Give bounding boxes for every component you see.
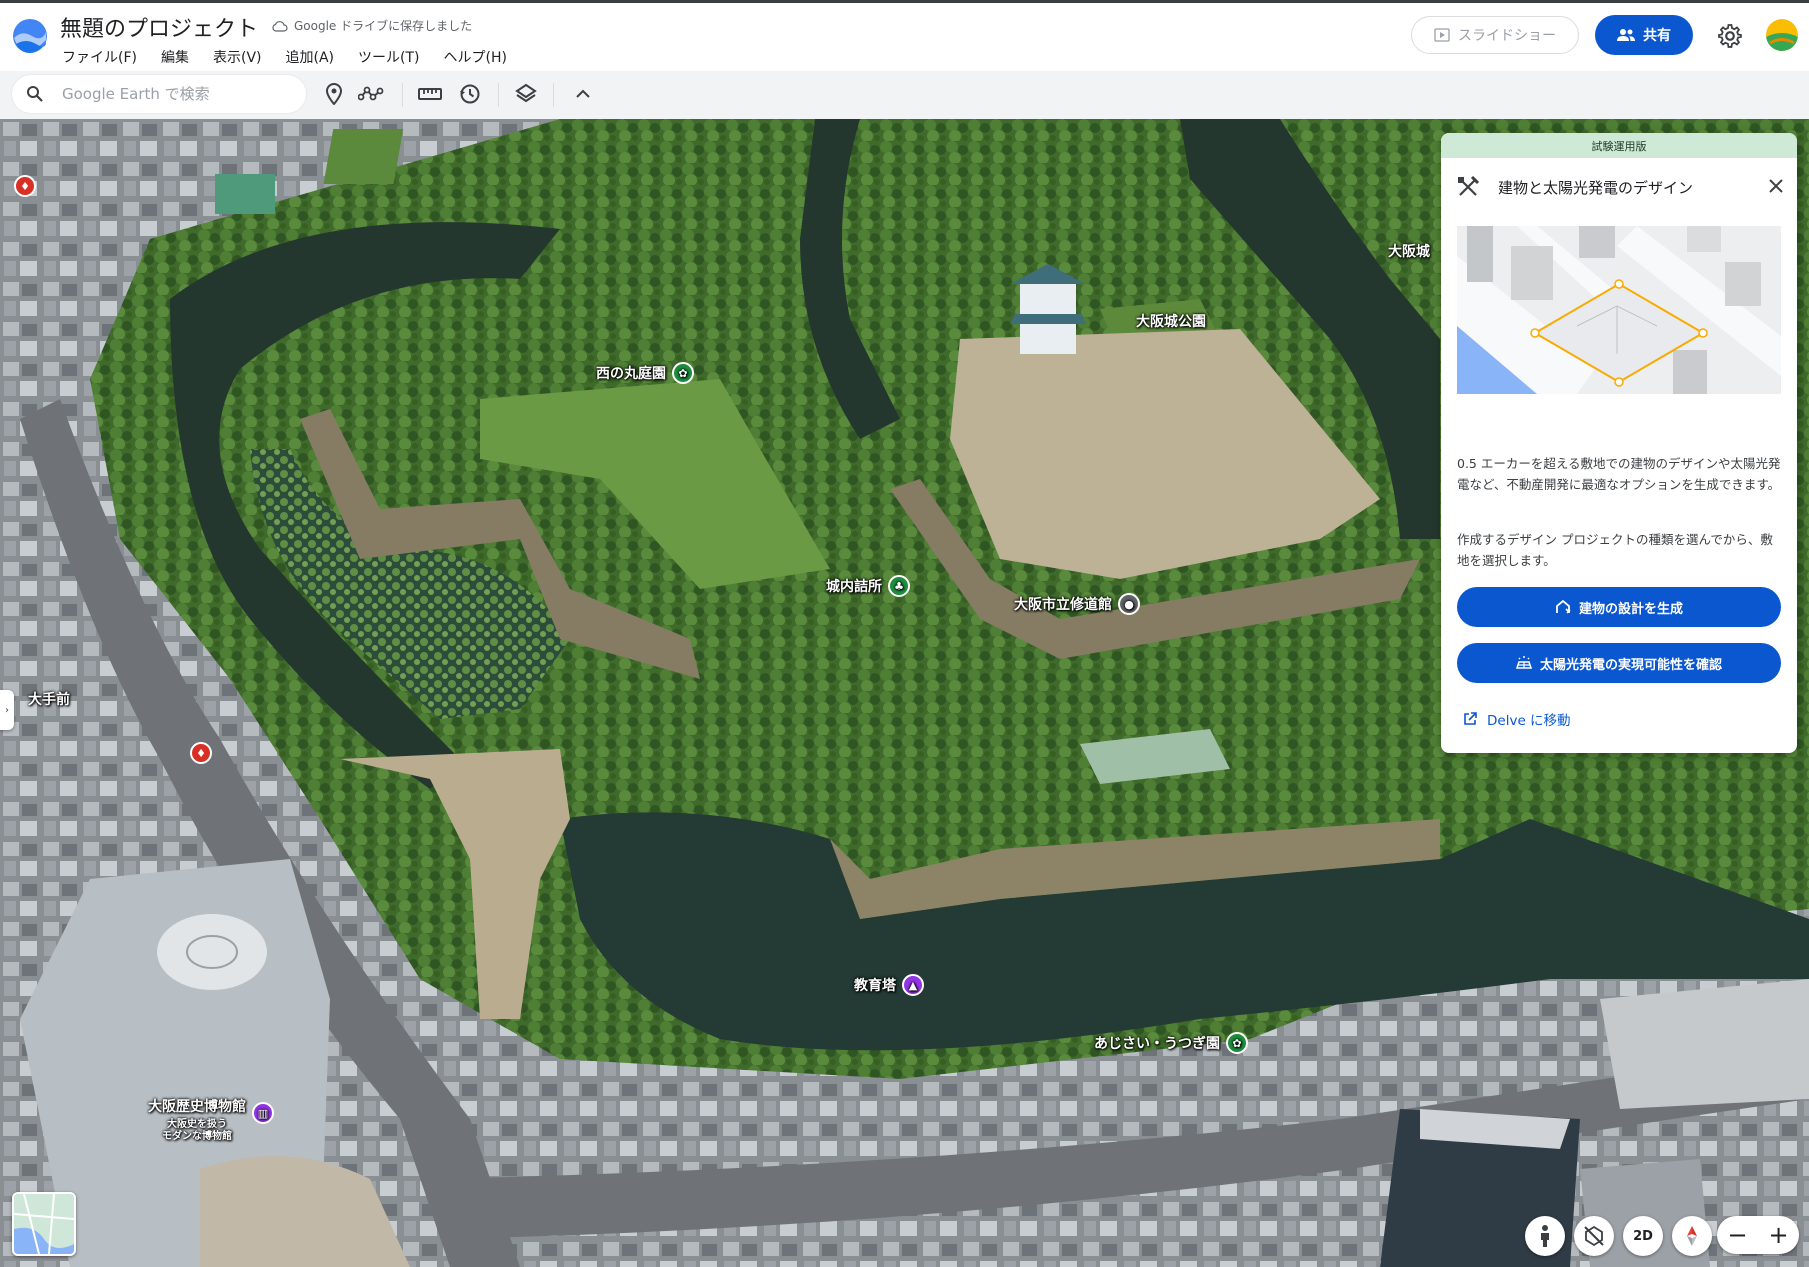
generate-building-button[interactable]: 建物の設計を生成 — [1457, 587, 1781, 627]
panel-description: 0.5 エーカーを超える敷地での建物のデザインや太陽光発電など、不動産開発に最適… — [1457, 456, 1781, 492]
experimental-badge: 試験運用版 — [1441, 133, 1797, 158]
draw-path-icon[interactable] — [358, 81, 384, 107]
saved-status: Google ドライブに保存しました — [272, 17, 472, 34]
collapse-toolbar-icon[interactable] — [570, 81, 596, 107]
panel-title: 建物と太陽光発電のデザイン — [1498, 179, 1694, 197]
user-avatar[interactable] — [1766, 19, 1798, 51]
solar-feasibility-button[interactable]: 太陽光発電の実現可能性を確認 — [1457, 643, 1781, 683]
menu-tools[interactable]: ツール(T) — [358, 47, 419, 67]
search-box[interactable] — [12, 75, 306, 113]
site-illustration — [1457, 226, 1781, 394]
solar-feasibility-label: 太陽光発電の実現可能性を確認 — [1539, 657, 1722, 673]
map-label-jonai[interactable]: 城内詰所 ♣ — [826, 575, 910, 597]
menu-edit[interactable]: 編集 — [161, 47, 189, 67]
add-placemark-icon[interactable] — [321, 81, 347, 107]
park-pin-icon: ✿ — [1226, 1032, 1248, 1054]
museum-pin-icon: ▥ — [252, 1102, 274, 1124]
toolbar-divider — [553, 83, 554, 107]
toolbar-divider — [402, 83, 403, 107]
delve-link-label: Delve に移動 — [1487, 713, 1571, 729]
zoom-out-button[interactable]: − — [1727, 1221, 1747, 1249]
share-label: 共有 — [1643, 28, 1671, 44]
toolbar — [0, 71, 1809, 119]
panel-header: 建物と太陽光発電のデザイン — [1441, 158, 1797, 216]
map-label-osakajo-edge[interactable]: 大阪城 — [1388, 241, 1430, 261]
people-icon — [1617, 29, 1635, 41]
shield-pin-icon[interactable]: ♦ — [14, 175, 36, 197]
google-earth-logo-icon[interactable] — [12, 18, 48, 54]
open-in-new-icon — [1464, 712, 1477, 725]
menu-file[interactable]: ファイル(F) — [62, 47, 137, 67]
park-pin-icon: ✿ — [672, 362, 694, 384]
mini-map[interactable] — [12, 1192, 76, 1256]
close-icon[interactable] — [1765, 175, 1787, 197]
toggle-3d-off-icon[interactable] — [1574, 1216, 1614, 1256]
map-label-kyouikutou[interactable]: 教育塔 ▲ — [854, 974, 924, 996]
layers-icon[interactable] — [513, 81, 539, 107]
project-title[interactable]: 無題のプロジェクト — [60, 11, 258, 43]
menu-help[interactable]: ヘルプ(H) — [444, 47, 507, 67]
design-panel: 試験運用版 建物と太陽光発電のデザイン 0.5 エーカーを超える敷地での建物のデ… — [1441, 133, 1797, 753]
monument-pin-icon: ▲ — [902, 974, 924, 996]
slideshow-icon — [1434, 28, 1450, 42]
search-icon — [27, 86, 43, 102]
street-view-pegman-icon[interactable] — [1525, 1216, 1565, 1256]
share-button[interactable]: 共有 — [1595, 15, 1693, 55]
place-pin-icon: ● — [1118, 593, 1140, 615]
delve-link[interactable]: Delve に移動 — [1463, 709, 1571, 729]
menu-bar: ファイル(F) 編集 表示(V) 追加(A) ツール(T) ヘルプ(H) — [62, 47, 531, 67]
toolbar-divider — [498, 83, 499, 107]
zoom-control: − + — [1717, 1216, 1799, 1254]
menu-view[interactable]: 表示(V) — [213, 47, 262, 67]
panel-instruction: 作成するデザイン プロジェクトの種類を選んでから、敷地を選択します。 — [1457, 532, 1773, 568]
shield-pin-icon[interactable]: ♦ — [190, 742, 212, 764]
menu-add[interactable]: 追加(A) — [286, 47, 335, 67]
map-label-otemae[interactable]: 大手前 — [28, 689, 70, 709]
cloud-done-icon — [272, 20, 288, 32]
building-design-icon — [1556, 599, 1571, 614]
view-2d-button[interactable]: 2D — [1623, 1216, 1663, 1256]
generate-building-label: 建物の設計を生成 — [1578, 601, 1683, 617]
tree-pin-icon: ♣ — [888, 575, 910, 597]
zoom-in-button[interactable]: + — [1768, 1221, 1788, 1249]
slideshow-label: スライドショー — [1458, 28, 1556, 44]
search-input[interactable] — [60, 84, 294, 104]
history-icon[interactable] — [457, 81, 483, 107]
map-label-nishinomaru[interactable]: 西の丸庭園 ✿ — [596, 362, 694, 384]
expand-sidebar-icon[interactable]: › — [0, 690, 14, 730]
map-label-ajisai[interactable]: あじさい・うつぎ園 ✿ — [1094, 1032, 1248, 1054]
solar-panel-icon — [1515, 656, 1532, 669]
map-label-shuudoukan[interactable]: 大阪市立修道館 ● — [1014, 593, 1140, 615]
saved-status-text: Google ドライブに保存しました — [294, 19, 473, 33]
compass-icon[interactable] — [1672, 1216, 1712, 1256]
design-tools-icon — [1458, 176, 1479, 196]
measure-icon[interactable] — [417, 81, 443, 107]
app-header: 無題のプロジェクト Google ドライブに保存しました ファイル(F) 編集 … — [0, 3, 1809, 71]
slideshow-button[interactable]: スライドショー — [1411, 16, 1579, 54]
settings-gear-icon[interactable] — [1717, 23, 1743, 49]
map-label-museum-sub: 大阪史を扱う モダンな博物館 — [162, 1119, 232, 1142]
map-label-osakajo-park[interactable]: 大阪城公園 — [1136, 311, 1206, 331]
